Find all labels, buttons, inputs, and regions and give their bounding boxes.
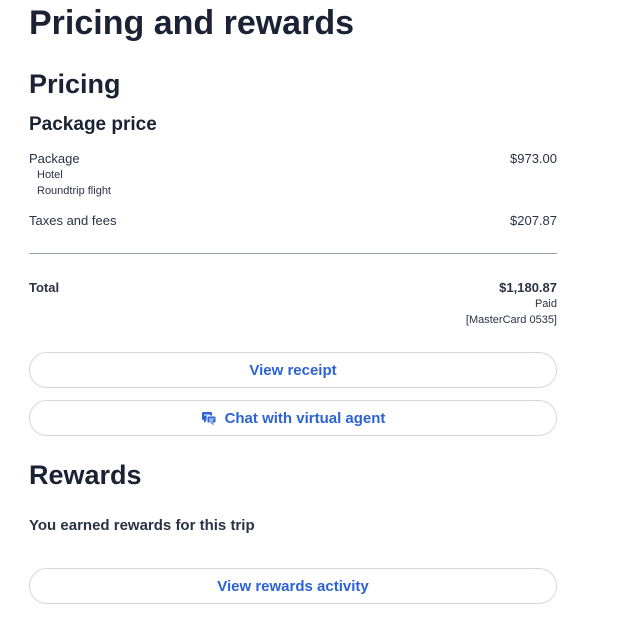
package-value: $973.00: [510, 151, 557, 166]
view-rewards-activity-label: View rewards activity: [217, 577, 369, 595]
taxes-label: Taxes and fees: [29, 213, 117, 228]
package-item-hotel: Hotel: [37, 169, 63, 181]
payment-status: Paid: [534, 298, 557, 310]
package-item-flight: Roundtrip flight: [37, 185, 111, 197]
pricing-section-title: Pricing: [29, 69, 121, 99]
rewards-section-title: Rewards: [29, 460, 142, 490]
view-receipt-button[interactable]: View receipt: [29, 352, 557, 388]
view-receipt-label: View receipt: [249, 361, 337, 379]
total-value: $1,180.87: [499, 280, 557, 295]
view-rewards-activity-button[interactable]: View rewards activity: [29, 568, 557, 604]
page-title: Pricing and rewards: [29, 4, 354, 42]
chat-bubbles-icon: [201, 410, 217, 426]
chat-virtual-agent-button[interactable]: Chat with virtual agent: [29, 400, 557, 436]
rewards-message: You earned rewards for this trip: [29, 517, 255, 534]
taxes-value: $207.87: [510, 213, 557, 228]
package-price-subtitle: Package price: [29, 114, 157, 135]
total-label: Total: [29, 280, 60, 295]
package-label: Package: [29, 151, 80, 166]
divider: [29, 253, 557, 254]
payment-method: [MasterCard 0535]: [465, 314, 557, 326]
chat-label: Chat with virtual agent: [224, 409, 386, 427]
